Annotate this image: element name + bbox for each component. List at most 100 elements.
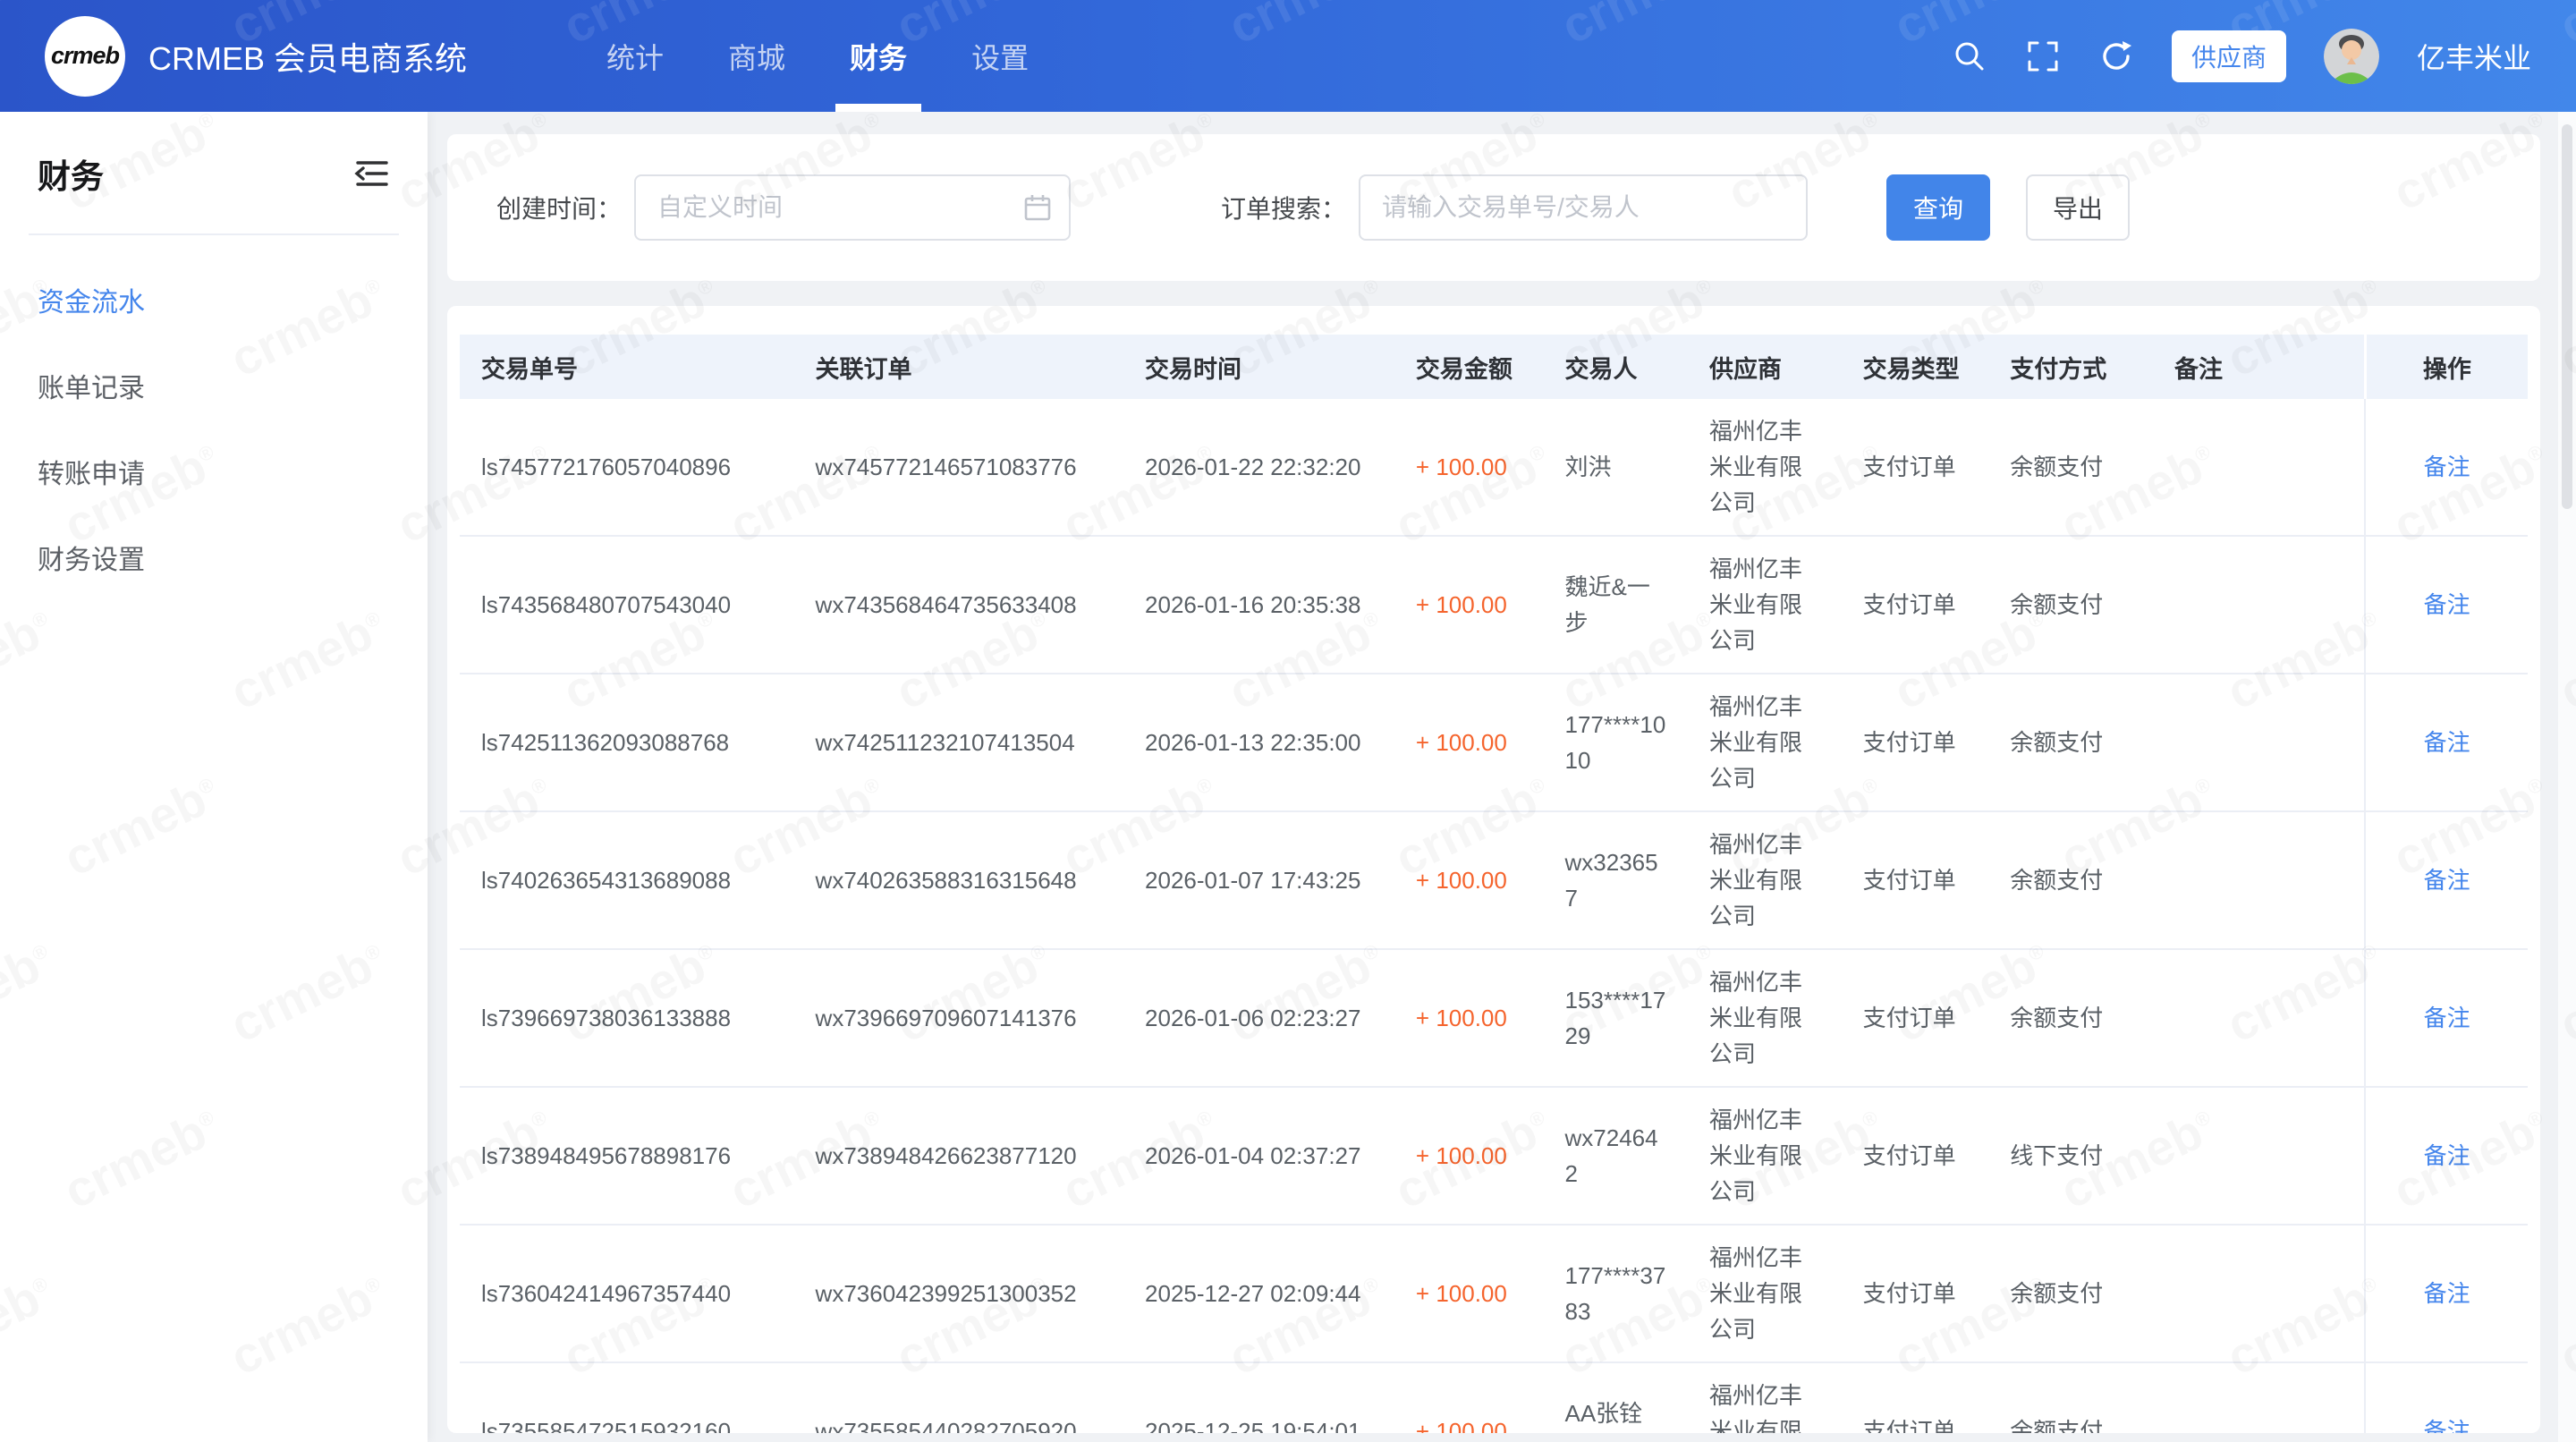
cell-time: 2026-01-07 17:43:25 bbox=[1123, 811, 1394, 949]
order-search-label: 订单搜索： bbox=[1221, 190, 1346, 225]
remark-link[interactable]: 备注 bbox=[2424, 1142, 2470, 1169]
top-nav-item[interactable]: 财务 bbox=[818, 0, 939, 112]
refresh-icon[interactable] bbox=[2098, 38, 2134, 74]
cell-order-no: wx736042399251300352 bbox=[794, 1225, 1124, 1362]
remark-link[interactable]: 备注 bbox=[2424, 1005, 2470, 1031]
cell-remark bbox=[2153, 536, 2365, 674]
cell-type: 支付订单 bbox=[1842, 949, 1989, 1087]
order-search-input[interactable] bbox=[1359, 174, 1808, 241]
cell-remark bbox=[2153, 1225, 2365, 1362]
cell-trader: wx323657 bbox=[1544, 811, 1689, 949]
cell-remark bbox=[2153, 949, 2365, 1087]
cell-trade-no: ls738948495678898176 bbox=[460, 1087, 794, 1225]
cell-amount: + 100.00 bbox=[1394, 674, 1544, 811]
scrollbar-thumb[interactable] bbox=[2562, 124, 2572, 509]
cell-remark bbox=[2153, 674, 2365, 811]
top-nav-menu: 统计 商城 财务 设置 bbox=[574, 0, 1061, 112]
cell-pay-method: 余额支付 bbox=[1988, 949, 2153, 1087]
cell-trade-no: ls740263654313689088 bbox=[460, 811, 794, 949]
col-remark: 备注 bbox=[2153, 335, 2365, 399]
username[interactable]: 亿丰米业 bbox=[2417, 36, 2531, 77]
cell-trader: AA张铨💯 bbox=[1544, 1362, 1689, 1433]
cell-trader: 刘洪 bbox=[1544, 399, 1689, 536]
avatar[interactable] bbox=[2324, 29, 2379, 84]
remark-link[interactable]: 备注 bbox=[2424, 867, 2470, 894]
sidebar: 财务 资金流水 bbox=[0, 112, 428, 1442]
table-row: ls738948495678898176 wx73894842662387712… bbox=[460, 1087, 2528, 1225]
cell-time: 2025-12-27 02:09:44 bbox=[1123, 1225, 1394, 1362]
col-time: 交易时间 bbox=[1123, 335, 1394, 399]
transactions-table-card: 交易单号 关联订单 交易时间 交易金额 交易人 供应商 交易类型 支付方式 备注… bbox=[447, 306, 2540, 1433]
cell-order-no: wx739669709607141376 bbox=[794, 949, 1124, 1087]
remark-link[interactable]: 备注 bbox=[2424, 1418, 2470, 1433]
table-row: ls745772176057040896 wx74577214657108377… bbox=[460, 399, 2528, 536]
cell-time: 2026-01-16 20:35:38 bbox=[1123, 536, 1394, 674]
main-content: 创建时间： 订单搜索： bbox=[428, 112, 2576, 1442]
collapse-sidebar-icon[interactable] bbox=[354, 158, 390, 189]
top-nav-item[interactable]: 统计 bbox=[574, 0, 696, 112]
cell-trade-no: ls736042414967357440 bbox=[460, 1225, 794, 1362]
transactions-table: 交易单号 关联订单 交易时间 交易金额 交易人 供应商 交易类型 支付方式 备注… bbox=[460, 335, 2528, 1433]
fullscreen-icon[interactable] bbox=[2025, 38, 2061, 74]
table-row: ls735585472515932160 wx73558544028270592… bbox=[460, 1362, 2528, 1433]
col-trader: 交易人 bbox=[1544, 335, 1689, 399]
cell-trader: 魏近&一步 bbox=[1544, 536, 1689, 674]
table-row: ls742511362093088768 wx74251123210741350… bbox=[460, 674, 2528, 811]
cell-order-no: wx735585440282705920 bbox=[794, 1362, 1124, 1433]
cell-pay-method: 余额支付 bbox=[1988, 674, 2153, 811]
cell-pay-method: 余额支付 bbox=[1988, 811, 2153, 949]
cell-amount: + 100.00 bbox=[1394, 1225, 1544, 1362]
sidebar-item[interactable]: 账单记录 bbox=[0, 343, 428, 428]
search-icon[interactable] bbox=[1952, 38, 1987, 74]
cell-trade-no: ls735585472515932160 bbox=[460, 1362, 794, 1433]
sidebar-menu: 资金流水 账单记录 转账申请 财务设置 bbox=[0, 257, 428, 600]
query-button[interactable]: 查询 bbox=[1886, 174, 1990, 241]
col-order-no: 关联订单 bbox=[794, 335, 1124, 399]
cell-trader: 177****3783 bbox=[1544, 1225, 1689, 1362]
table-row: ls739669738036133888 wx73966970960714137… bbox=[460, 949, 2528, 1087]
col-trade-no: 交易单号 bbox=[460, 335, 794, 399]
sidebar-item[interactable]: 转账申请 bbox=[0, 428, 428, 514]
cell-type: 支付订单 bbox=[1842, 1225, 1989, 1362]
remark-link[interactable]: 备注 bbox=[2424, 454, 2470, 480]
cell-supplier: 福州亿丰米业有限公司 bbox=[1688, 536, 1842, 674]
cell-amount: + 100.00 bbox=[1394, 811, 1544, 949]
date-range-input[interactable] bbox=[634, 174, 1071, 241]
remark-link[interactable]: 备注 bbox=[2424, 1280, 2470, 1307]
top-nav-item[interactable]: 商城 bbox=[696, 0, 818, 112]
remark-link[interactable]: 备注 bbox=[2424, 729, 2470, 756]
vertical-scrollbar[interactable] bbox=[2558, 112, 2576, 1442]
role-badge[interactable]: 供应商 bbox=[2172, 30, 2286, 82]
sidebar-item[interactable]: 财务设置 bbox=[0, 514, 428, 600]
cell-pay-method: 余额支付 bbox=[1988, 1225, 2153, 1362]
sidebar-item[interactable]: 资金流水 bbox=[0, 257, 428, 343]
top-navbar: crmeb CRMEB 会员电商系统 统计 商城 财务 设置 bbox=[0, 0, 2576, 112]
cell-order-no: wx743568464735633408 bbox=[794, 536, 1124, 674]
export-button[interactable]: 导出 bbox=[2026, 174, 2130, 241]
cell-supplier: 福州亿丰米业有限公司 bbox=[1688, 811, 1842, 949]
cell-type: 支付订单 bbox=[1842, 811, 1989, 949]
remark-link[interactable]: 备注 bbox=[2424, 591, 2470, 618]
cell-order-no: wx745772146571083776 bbox=[794, 399, 1124, 536]
cell-trade-no: ls743568480707543040 bbox=[460, 536, 794, 674]
cell-supplier: 福州亿丰米业有限公司 bbox=[1688, 1087, 1842, 1225]
navbar-right: 供应商 亿丰米业 bbox=[1952, 29, 2531, 84]
cell-trader: 177****1010 bbox=[1544, 674, 1689, 811]
cell-amount: + 100.00 bbox=[1394, 1087, 1544, 1225]
cell-remark bbox=[2153, 399, 2365, 536]
cell-time: 2026-01-04 02:37:27 bbox=[1123, 1087, 1394, 1225]
sidebar-divider bbox=[29, 233, 399, 235]
table-body: ls745772176057040896 wx74577214657108377… bbox=[460, 399, 2528, 1433]
logo-text: crmeb bbox=[51, 42, 119, 70]
cell-remark bbox=[2153, 811, 2365, 949]
cell-order-no: wx738948426623877120 bbox=[794, 1087, 1124, 1225]
cell-trade-no: ls739669738036133888 bbox=[460, 949, 794, 1087]
app-title: CRMEB 会员电商系统 bbox=[148, 33, 467, 80]
cell-time: 2025-12-25 19:54:01 bbox=[1123, 1362, 1394, 1433]
table-header: 交易单号 关联订单 交易时间 交易金额 交易人 供应商 交易类型 支付方式 备注… bbox=[460, 335, 2528, 399]
top-nav-item[interactable]: 设置 bbox=[939, 0, 1061, 112]
cell-supplier: 福州亿丰米业有限公司 bbox=[1688, 674, 1842, 811]
filter-bar: 创建时间： 订单搜索： bbox=[447, 134, 2540, 281]
cell-supplier: 福州亿丰米业有限公司 bbox=[1688, 1362, 1842, 1433]
cell-supplier: 福州亿丰米业有限公司 bbox=[1688, 399, 1842, 536]
